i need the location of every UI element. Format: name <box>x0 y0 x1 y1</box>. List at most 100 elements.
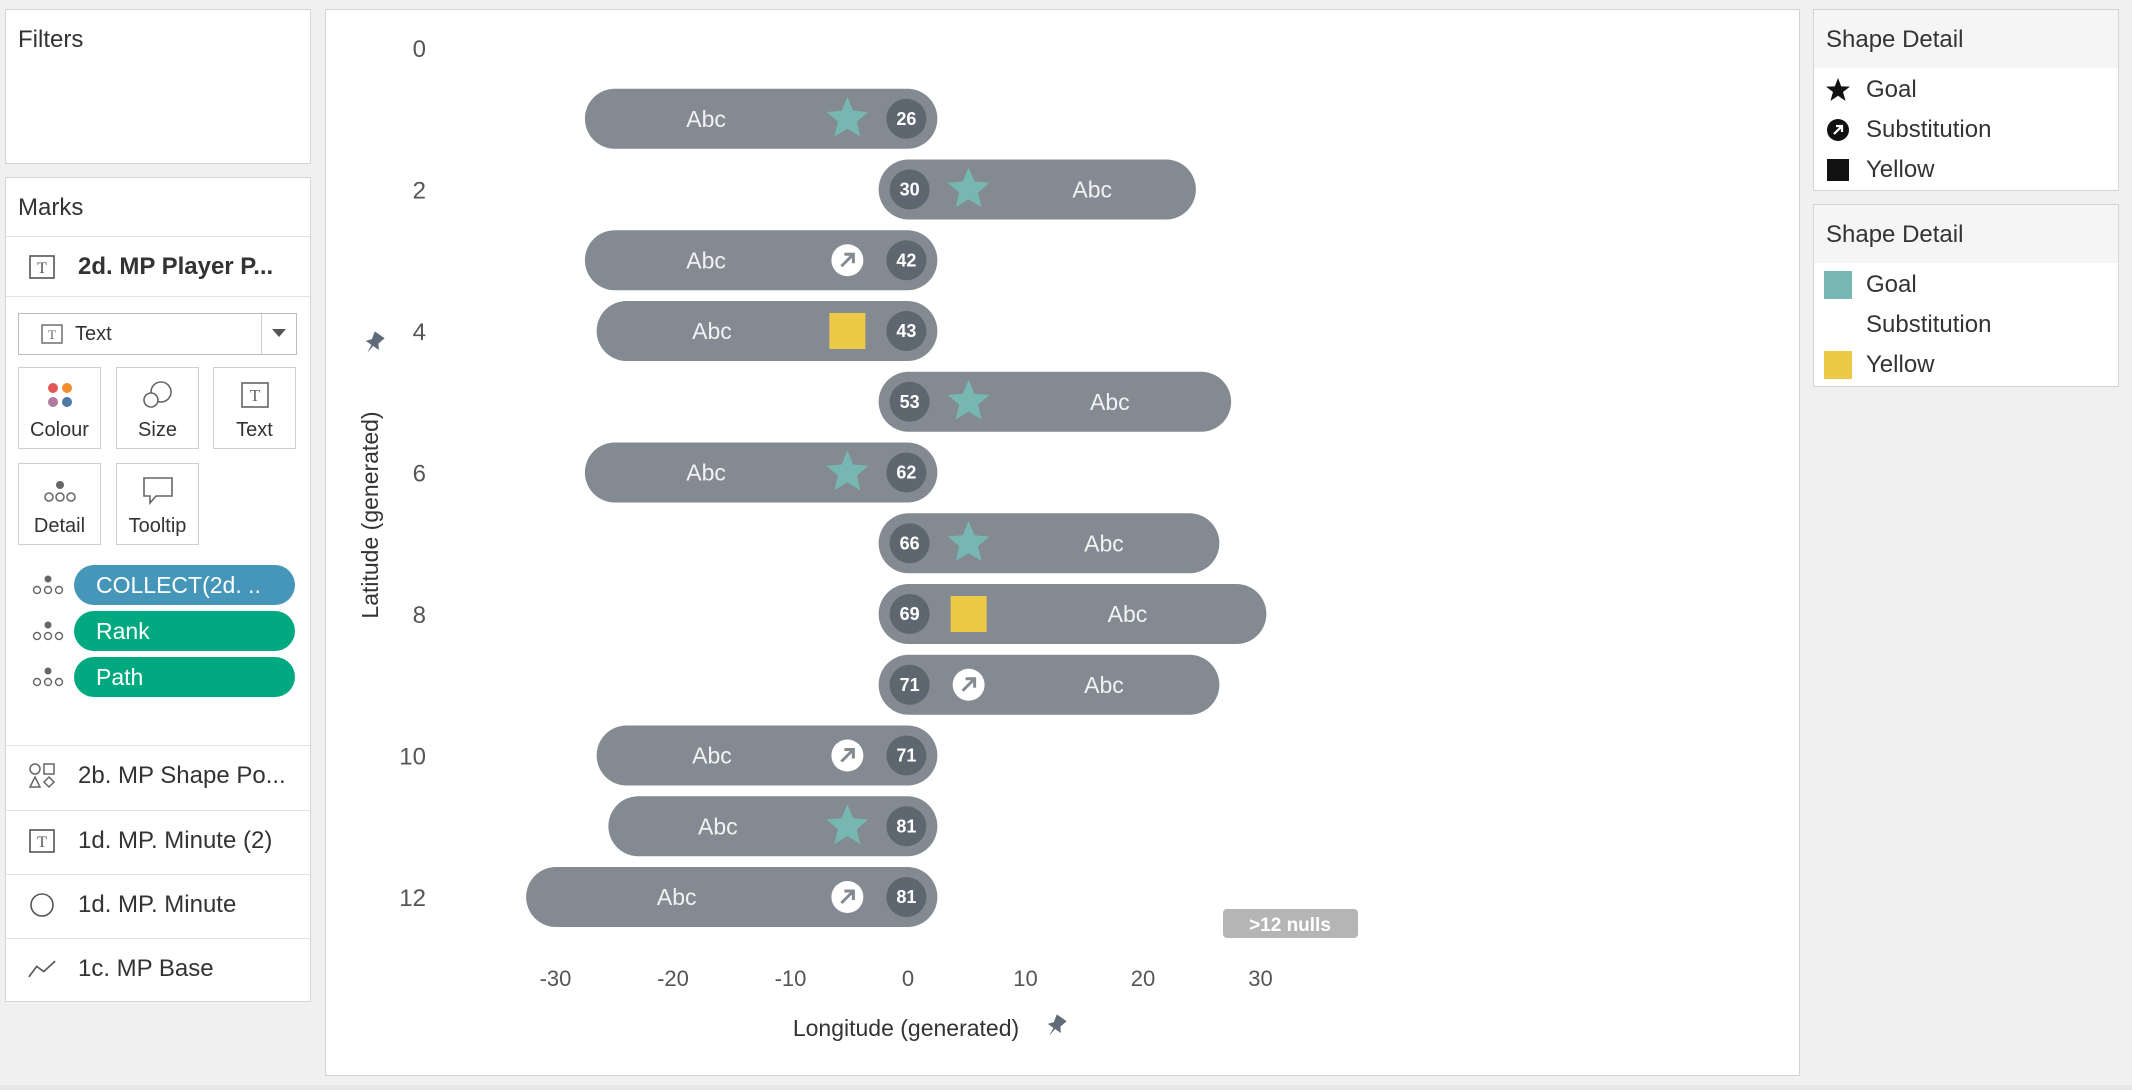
player-label: Abc <box>686 106 726 132</box>
layer-label: 1d. MP. Minute (2) <box>78 827 273 854</box>
player-label: Abc <box>686 247 726 273</box>
minute-label: 66 <box>900 533 920 553</box>
player-label: Abc <box>1084 530 1124 556</box>
layer-label: 1c. MP Base <box>78 955 214 982</box>
y-tick-label: 4 <box>413 319 426 346</box>
size-button[interactable]: Size <box>116 367 199 449</box>
line-icon <box>28 955 56 983</box>
colour-legend-title: Shape Detail <box>1826 221 1964 248</box>
yellow-card <box>950 596 987 632</box>
square-icon <box>1824 156 1852 184</box>
layer-label: 1d. MP. Minute <box>78 891 237 918</box>
event-bar <box>878 654 1220 715</box>
tooltip-button[interactable]: Tooltip <box>116 463 199 545</box>
event-bar <box>878 513 1220 574</box>
layer-label: 2b. MP Shape Po... <box>78 762 286 789</box>
nulls-label: >12 nulls <box>1249 915 1331 936</box>
legend-item-yellow[interactable]: Yellow <box>1814 347 1935 383</box>
text-icon: T <box>28 253 56 281</box>
detail-label: Detail <box>33 515 86 537</box>
svg-text:T: T <box>37 260 47 277</box>
x-tick-label: -10 <box>775 966 807 991</box>
marks-layer-minute-text[interactable]: T 1d. MP. Minute (2) <box>6 810 310 871</box>
shape-legend: Shape Detail Goal Substitution Yellow <box>1813 9 2119 191</box>
legend-label: Yellow <box>1866 156 1935 183</box>
yellow-card <box>829 313 866 349</box>
filters-shelf[interactable]: Filters <box>5 9 311 164</box>
text-icon: T <box>28 827 56 855</box>
event-bar <box>584 230 938 291</box>
text-button[interactable]: T Text <box>213 367 296 449</box>
text-icon: T <box>240 377 269 413</box>
player-label: Abc <box>1090 389 1130 415</box>
y-tick-label: 10 <box>399 744 426 771</box>
y-tick-label: 12 <box>399 885 426 912</box>
colour-legend: Shape Detail Goal Substitution Yellow <box>1813 204 2119 387</box>
marks-layer-base[interactable]: 1c. MP Base <box>6 938 310 999</box>
tooltip-label: Tooltip <box>128 515 187 537</box>
shape-legend-title: Shape Detail <box>1826 26 1964 53</box>
substitution-icon <box>1824 116 1852 144</box>
detail-button[interactable]: Detail <box>18 463 101 545</box>
legend-item-substitution[interactable]: Substitution <box>1814 307 1991 343</box>
marks-card: Marks T 2d. MP Player P... T Text Colour… <box>5 177 311 1002</box>
detail-pill-row: COLLECT(2d. .. <box>6 565 310 605</box>
player-label: Abc <box>686 460 726 486</box>
detail-icon <box>32 665 66 689</box>
y-tick-label: 2 <box>413 178 426 205</box>
detail-pill-row: Rank <box>6 611 310 651</box>
chart: 0 2 4 6 8 10 12 -30 -20 -10 0 10 20 30 Longitude (gene… <box>357 36 1358 1041</box>
minute-label: 42 <box>896 250 916 270</box>
size-icon <box>141 377 175 413</box>
minute-label: 69 <box>900 604 920 624</box>
event-bar <box>596 725 938 786</box>
marks-layer-minute-circle[interactable]: 1d. MP. Minute <box>6 874 310 935</box>
colour-button[interactable]: Colour <box>18 367 101 449</box>
shapes-icon <box>28 762 56 790</box>
legend-item-yellow[interactable]: Yellow <box>1814 152 1935 188</box>
marks-layer-active[interactable]: T 2d. MP Player P... <box>6 236 310 297</box>
minute-label: 81 <box>896 816 916 836</box>
legend-label: Substitution <box>1866 116 1992 143</box>
x-tick-label: 10 <box>1013 966 1037 991</box>
pill-collect[interactable]: COLLECT(2d. .. <box>74 565 295 605</box>
player-label: Abc <box>657 884 697 910</box>
minute-label: 71 <box>896 746 916 766</box>
chevron-down-icon <box>270 326 288 345</box>
size-label: Size <box>138 419 177 441</box>
x-tick-label: 20 <box>1131 966 1155 991</box>
minute-label: 71 <box>900 675 920 695</box>
viz-area[interactable]: 0 2 4 6 8 10 12 -30 -20 -10 0 10 20 30 Longitude (gene… <box>325 9 1800 1076</box>
marks-title: Marks <box>18 194 84 221</box>
colour-label: Colour <box>30 419 89 441</box>
legend-item-goal[interactable]: Goal <box>1814 267 1917 303</box>
tooltip-icon <box>142 473 174 509</box>
legend-item-goal[interactable]: Goal <box>1814 72 1917 108</box>
pill-path[interactable]: Path <box>74 657 295 697</box>
svg-text:T: T <box>48 327 56 342</box>
legend-label: Goal <box>1866 76 1917 103</box>
mark-type-label: Text <box>75 322 112 345</box>
detail-icon <box>32 573 66 597</box>
marks-layer-shapes[interactable]: 2b. MP Shape Po... <box>6 745 310 806</box>
event-bar <box>584 442 938 503</box>
mark-type-dropdown[interactable]: T Text <box>18 313 297 355</box>
legend-label: Substitution <box>1866 311 1992 338</box>
minute-label: 30 <box>900 180 920 200</box>
y-axis-label: Latitude (generated) <box>357 411 383 618</box>
minute-label: 43 <box>896 321 916 341</box>
player-label: Abc <box>698 813 738 839</box>
colour-swatch <box>1824 311 1852 339</box>
legend-label: Yellow <box>1866 351 1935 378</box>
text-icon: T <box>41 324 63 344</box>
detail-pill-row: Path <box>6 657 310 697</box>
x-tick-label: -30 <box>540 966 572 991</box>
dropdown-divider <box>261 314 262 354</box>
pill-rank[interactable]: Rank <box>74 611 295 651</box>
x-axis-label: Longitude (generated) <box>793 1015 1019 1041</box>
legend-item-substitution[interactable]: Substitution <box>1814 112 1991 148</box>
text-label: Text <box>236 419 273 441</box>
active-layer-label: 2d. MP Player P... <box>78 252 274 280</box>
y-tick-label: 0 <box>413 36 426 63</box>
minute-label: 26 <box>896 109 916 129</box>
